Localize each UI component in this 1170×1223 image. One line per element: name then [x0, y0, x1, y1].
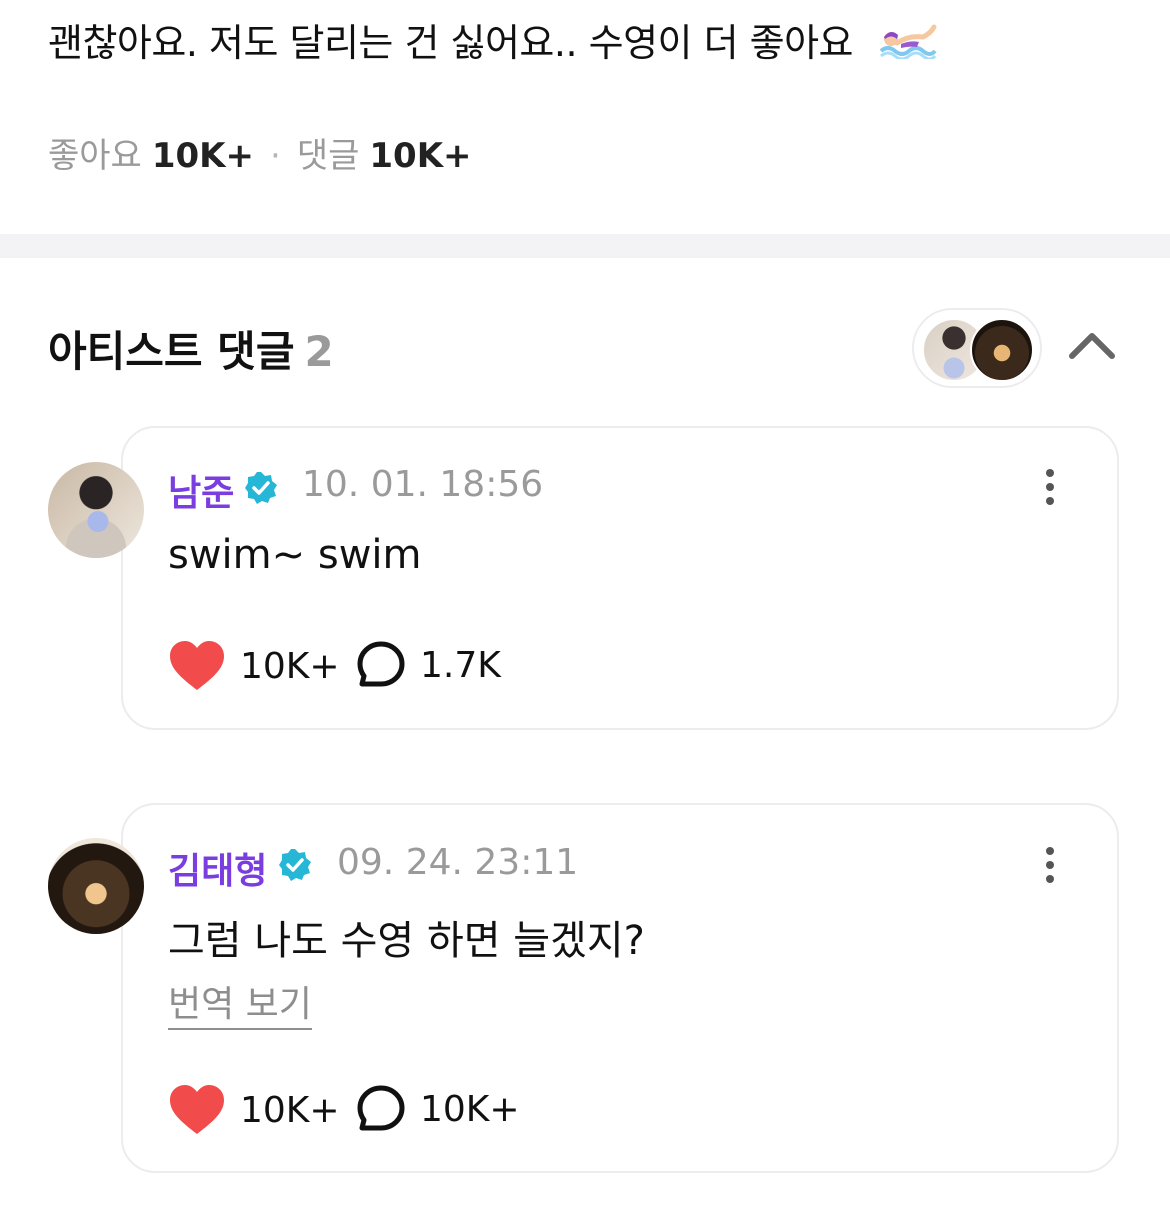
- artist-comments-label: 아티스트 댓글: [48, 327, 295, 376]
- reply-count: 1.7K: [420, 644, 501, 686]
- like-button[interactable]: 10K+: [168, 1084, 340, 1136]
- more-options-button[interactable]: [1040, 844, 1060, 888]
- comment-timestamp: 10. 01. 18:56: [302, 464, 544, 505]
- more-dot: [1046, 497, 1054, 505]
- like-count: 10K+: [240, 1089, 340, 1131]
- comments-count: 10K+: [369, 136, 472, 176]
- like-count: 10K+: [240, 645, 340, 687]
- post-text: 괜찮아요. 저도 달리는 건 싫어요.. 수영이 더 좋아요: [48, 12, 937, 68]
- speech-bubble-icon: [357, 1085, 405, 1131]
- like-button[interactable]: 10K+: [168, 640, 340, 692]
- likes-label: 좋아요: [48, 136, 142, 176]
- reply-button[interactable]: 1.7K: [356, 640, 501, 690]
- reply-button[interactable]: 10K+: [356, 1084, 520, 1134]
- more-dots-icon: [1046, 469, 1054, 477]
- verified-badge-icon: [245, 472, 277, 504]
- artist-comments-count: 2: [304, 327, 334, 376]
- more-dots-icon: [1046, 847, 1054, 855]
- likes-count: 10K+: [151, 136, 254, 176]
- verified-badge-icon: [279, 849, 311, 881]
- separator-dot: ·: [270, 136, 281, 176]
- more-dot: [1046, 861, 1054, 869]
- heart-icon: [170, 1085, 224, 1134]
- avatar[interactable]: [48, 462, 144, 558]
- comment-text: swim~ swim: [168, 532, 422, 578]
- section-divider: [0, 234, 1170, 258]
- artist-comments-title: 아티스트 댓글 2: [48, 318, 334, 379]
- post-body: 괜찮아요. 저도 달리는 건 싫어요.. 수영이 더 좋아요: [48, 21, 854, 65]
- comments-label: 댓글: [296, 136, 360, 176]
- artist-avatar-group[interactable]: [912, 308, 1042, 388]
- woman-swimming-emoji-icon: [879, 23, 937, 68]
- avatar[interactable]: [48, 838, 144, 934]
- comment-author[interactable]: 김태형: [168, 842, 267, 894]
- comment-timestamp: 09. 24. 23:11: [337, 842, 579, 883]
- speech-bubble-icon: [357, 641, 405, 687]
- artist-avatar-2: [970, 318, 1034, 382]
- more-options-button[interactable]: [1040, 466, 1060, 510]
- reply-count: 10K+: [420, 1088, 520, 1130]
- more-dot: [1046, 483, 1054, 491]
- collapse-button[interactable]: [1062, 320, 1122, 370]
- post-stats: 좋아요 10K+ · 댓글 10K+: [48, 128, 472, 177]
- comment-text: 그럼 나도 수영 하면 늘겠지?: [168, 918, 645, 964]
- heart-icon: [170, 641, 224, 690]
- chevron-up-icon: [1069, 333, 1115, 359]
- translate-link[interactable]: 번역 보기: [168, 982, 312, 1030]
- comment-author[interactable]: 남준: [168, 464, 234, 516]
- more-dot: [1046, 875, 1054, 883]
